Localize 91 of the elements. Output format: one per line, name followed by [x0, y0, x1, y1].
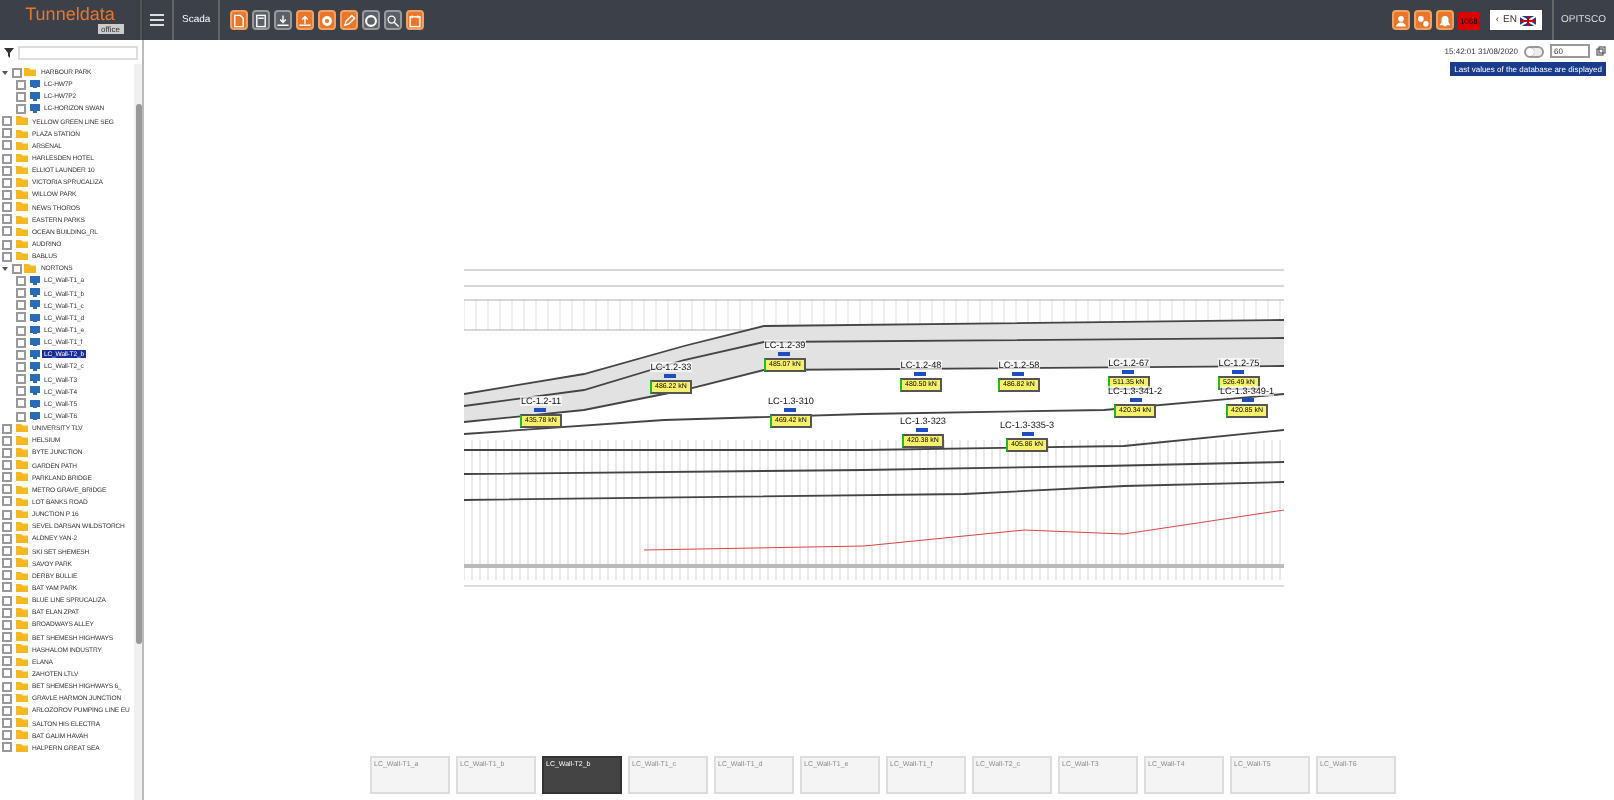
app-logo: Tunneldata	[25, 6, 115, 24]
checkbox[interactable]	[16, 325, 26, 336]
checkbox[interactable]	[16, 103, 26, 114]
checkbox[interactable]	[2, 460, 12, 471]
sensor-marker	[1122, 370, 1135, 374]
sensor-marker	[914, 372, 927, 376]
sensor-marker	[1021, 432, 1034, 436]
checkbox[interactable]	[16, 361, 26, 372]
expand-icon[interactable]	[2, 265, 8, 272]
checkbox[interactable]	[2, 521, 12, 532]
expand-icon[interactable]	[2, 69, 8, 76]
checkbox[interactable]	[2, 177, 12, 188]
checkbox[interactable]	[2, 202, 12, 213]
filter-icon[interactable]	[4, 48, 14, 58]
checkbox[interactable]	[16, 386, 26, 397]
checkbox[interactable]	[16, 411, 26, 421]
checkbox[interactable]	[16, 79, 26, 90]
checkbox[interactable]	[2, 582, 12, 593]
checkbox[interactable]	[2, 558, 12, 569]
checkbox[interactable]	[2, 496, 12, 507]
upload-tool-button[interactable]	[296, 10, 315, 30]
checkbox[interactable]	[2, 251, 12, 262]
checkbox[interactable]	[2, 447, 12, 458]
pdf-tool-button[interactable]	[230, 10, 249, 30]
checkbox[interactable]	[2, 742, 12, 753]
checkbox[interactable]	[2, 668, 12, 679]
monitor-icon	[29, 79, 39, 89]
sensor-marker	[1232, 370, 1245, 374]
checkbox[interactable]	[2, 140, 12, 151]
checkbox[interactable]	[2, 484, 12, 495]
checkbox[interactable]	[2, 632, 12, 643]
checkbox[interactable]	[2, 128, 12, 139]
checkbox[interactable]	[2, 226, 12, 237]
checkbox[interactable]	[2, 189, 12, 200]
sensor-marker	[534, 408, 547, 412]
bell-button[interactable]	[1435, 10, 1454, 30]
sensor-marker	[664, 374, 677, 378]
checkbox[interactable]	[2, 644, 12, 655]
checkbox[interactable]	[2, 239, 12, 250]
save-tool-button[interactable]	[252, 10, 271, 30]
checkbox[interactable]	[2, 730, 12, 741]
checkbox[interactable]	[2, 153, 12, 164]
checkbox[interactable]	[11, 263, 21, 274]
checkbox[interactable]	[11, 67, 21, 78]
checkbox[interactable]	[2, 693, 12, 704]
menu-icon[interactable]	[150, 14, 164, 26]
checkbox[interactable]	[16, 398, 26, 409]
checkbox[interactable]	[2, 214, 12, 225]
sensor-marker	[1241, 398, 1254, 402]
checkbox[interactable]	[2, 681, 12, 692]
checkbox[interactable]	[2, 570, 12, 581]
checkbox[interactable]	[16, 337, 26, 348]
sensor-marker	[1012, 372, 1025, 376]
checkbox[interactable]	[2, 509, 12, 520]
user-button[interactable]	[1391, 10, 1410, 30]
record-tool-button[interactable]	[318, 10, 337, 30]
checkbox[interactable]	[2, 116, 12, 127]
checkbox[interactable]	[2, 165, 12, 176]
gears-button[interactable]	[1413, 10, 1432, 30]
flag-icon	[1520, 15, 1537, 25]
checkbox[interactable]	[2, 718, 12, 729]
filter-field[interactable]	[18, 46, 138, 60]
checkbox[interactable]	[2, 423, 12, 434]
scrollbar[interactable]	[134, 64, 142, 800]
sensor-marker	[916, 428, 929, 432]
calendar-tool-button[interactable]	[406, 10, 425, 30]
checkbox[interactable]	[2, 435, 12, 446]
sensor-marker	[784, 408, 797, 412]
checkbox[interactable]	[2, 607, 12, 618]
checkbox[interactable]	[2, 595, 12, 606]
checkbox[interactable]	[2, 546, 12, 557]
checkbox[interactable]	[16, 288, 26, 299]
edit-tool-button[interactable]	[340, 10, 359, 30]
checkbox[interactable]	[16, 300, 26, 311]
checkbox[interactable]	[2, 472, 12, 483]
checkbox[interactable]	[16, 275, 26, 286]
checkbox[interactable]	[16, 312, 26, 323]
gear-tool-button[interactable]	[362, 10, 381, 30]
sensor-marker	[778, 352, 791, 356]
checkbox[interactable]	[16, 374, 26, 385]
checkbox[interactable]	[16, 91, 26, 102]
sensor-marker	[1129, 398, 1142, 402]
search-tool-button[interactable]	[384, 10, 403, 30]
checkbox[interactable]	[2, 619, 12, 630]
checkbox[interactable]	[2, 705, 12, 716]
live-toggle[interactable]	[1524, 45, 1544, 57]
folder-icon	[24, 67, 36, 77]
checkbox[interactable]	[2, 533, 12, 544]
checkbox[interactable]	[16, 349, 26, 360]
download-tool-button[interactable]	[274, 10, 293, 30]
checkbox[interactable]	[2, 656, 12, 667]
